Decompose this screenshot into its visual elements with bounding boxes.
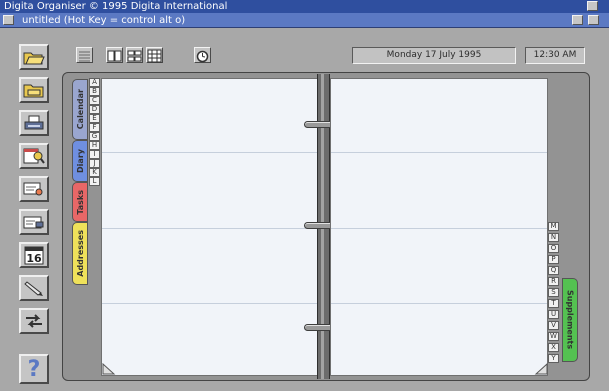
calendar-search-icon xyxy=(23,148,45,164)
letter-tab[interactable]: G xyxy=(89,132,100,141)
tab-supplements[interactable]: Supplements xyxy=(562,278,578,362)
divider xyxy=(331,228,547,229)
letter-tab[interactable]: X xyxy=(548,343,559,352)
letter-tab[interactable]: K xyxy=(89,168,100,177)
close-gadget[interactable] xyxy=(3,15,14,25)
tool-column: 16 ? xyxy=(19,44,53,390)
letter-tab[interactable]: I xyxy=(89,150,100,159)
list-view-icon xyxy=(79,51,90,62)
letter-tab[interactable]: N xyxy=(548,233,559,242)
alarm-clock-icon xyxy=(196,50,209,63)
page-corner-right[interactable] xyxy=(534,363,548,375)
zoom-gadget[interactable] xyxy=(572,15,583,25)
letter-tab[interactable]: C xyxy=(89,96,100,105)
letter-tab[interactable]: U xyxy=(548,310,559,319)
screen-depth-gadget[interactable] xyxy=(587,1,598,11)
divider xyxy=(331,152,547,153)
pen-icon xyxy=(24,281,43,296)
save-folder-icon xyxy=(23,84,44,98)
divider xyxy=(102,303,317,304)
letter-tab[interactable]: P xyxy=(548,255,559,264)
find-calendar-button[interactable] xyxy=(19,143,49,169)
help-icon: ? xyxy=(27,356,41,382)
card-edit-icon xyxy=(23,216,44,229)
month-view-button[interactable] xyxy=(126,47,143,63)
depth-gadget[interactable] xyxy=(588,15,599,25)
letter-tab[interactable]: H xyxy=(89,141,100,150)
edit-card-button[interactable] xyxy=(19,209,49,235)
tab-diary[interactable]: Diary xyxy=(72,140,88,182)
left-page[interactable] xyxy=(101,78,318,376)
letter-tab[interactable]: R xyxy=(548,277,559,286)
letter-tab[interactable]: E xyxy=(89,114,100,123)
tab-diary-label: Diary xyxy=(75,149,85,173)
year-view-icon xyxy=(147,49,162,63)
letter-tab[interactable]: J xyxy=(89,159,100,168)
tab-addresses[interactable]: Addresses xyxy=(72,222,88,285)
top-toolbar: Monday 17 July 1995 12:30 AM xyxy=(66,43,596,67)
today-button[interactable]: 16 xyxy=(19,242,49,268)
window-title-bar[interactable]: untitled (Hot Key = control alt o) xyxy=(0,13,609,28)
letter-tab[interactable]: Q xyxy=(548,266,559,275)
calendar-day-number: 16 xyxy=(26,252,42,265)
alarm-button[interactable] xyxy=(194,47,211,63)
letter-tab[interactable]: B xyxy=(89,87,100,96)
letter-tab[interactable]: L xyxy=(89,177,100,186)
right-page[interactable] xyxy=(330,78,548,376)
letter-tab[interactable]: F xyxy=(89,123,100,132)
divider xyxy=(102,152,317,153)
screen-title: Digita Organiser © 1995 Digita Internati… xyxy=(4,1,228,12)
letter-tab[interactable]: D xyxy=(89,105,100,114)
open-button[interactable] xyxy=(19,44,49,70)
week-view-button[interactable] xyxy=(106,47,123,63)
list-view-button[interactable] xyxy=(76,47,93,63)
open-folder-icon xyxy=(23,52,45,65)
find-card-button[interactable] xyxy=(19,176,49,202)
letter-tab[interactable]: S xyxy=(548,288,559,297)
page-corner-left[interactable] xyxy=(102,363,116,375)
time-display: 12:30 AM xyxy=(525,47,585,64)
screen-title-bar: Digita Organiser © 1995 Digita Internati… xyxy=(0,0,609,13)
pen-button[interactable] xyxy=(19,275,49,301)
year-view-button[interactable] xyxy=(146,47,163,63)
help-button[interactable]: ? xyxy=(19,354,49,384)
card-search-icon xyxy=(23,182,43,196)
print-button[interactable] xyxy=(19,110,49,136)
transfer-arrows-icon xyxy=(26,314,42,328)
letter-tab[interactable]: A xyxy=(89,78,100,87)
letter-tab[interactable]: V xyxy=(548,321,559,330)
letter-tab[interactable]: T xyxy=(548,299,559,308)
tab-tasks[interactable]: Tasks xyxy=(72,182,88,222)
tab-calendar[interactable]: Calendar xyxy=(72,79,88,140)
tab-addresses-label: Addresses xyxy=(75,230,85,277)
window-title: untitled (Hot Key = control alt o) xyxy=(22,15,186,26)
letter-tab[interactable]: M xyxy=(548,222,559,231)
month-view-icon xyxy=(127,50,142,62)
tab-supplements-label: Supplements xyxy=(565,290,575,350)
week-view-icon xyxy=(107,50,122,62)
divider xyxy=(331,303,547,304)
date-display: Monday 17 July 1995 xyxy=(352,47,516,64)
calendar-day-icon: 16 xyxy=(24,246,44,265)
alphabet-index-right: M N O P Q R S T U V W X Y xyxy=(548,222,561,372)
divider xyxy=(102,228,317,229)
printer-icon xyxy=(24,115,44,130)
letter-tab[interactable]: O xyxy=(548,244,559,253)
letter-tab[interactable]: W xyxy=(548,332,559,341)
save-button[interactable] xyxy=(19,77,49,103)
tab-calendar-label: Calendar xyxy=(75,89,85,130)
tab-tasks-label: Tasks xyxy=(75,189,85,215)
transfer-button[interactable] xyxy=(19,308,49,334)
letter-tab[interactable]: Y xyxy=(548,354,559,363)
